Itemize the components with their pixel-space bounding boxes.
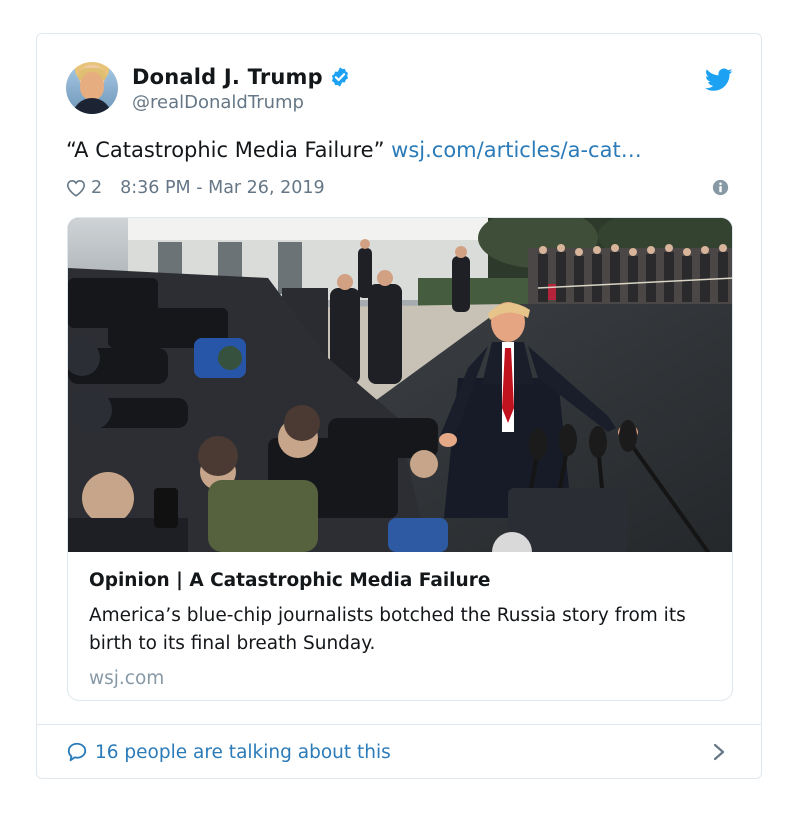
link-preview-card[interactable]: Opinion | A Catastrophic Media Failure A… <box>67 217 733 701</box>
tweet-text-body: “A Catastrophic Media Failure” <box>66 138 385 162</box>
author-handle[interactable]: @realDonaldTrump <box>132 92 304 113</box>
tweet-meta: 2 8:36 PM - Mar 26, 2019 <box>66 176 733 200</box>
link-preview-description: America’s blue-chip journalists botched … <box>89 605 686 654</box>
embedded-tweet-card: Donald J. Trump @realDonaldTrump “A Cata… <box>36 33 762 779</box>
chevron-right-icon[interactable] <box>713 743 725 761</box>
link-preview-title[interactable]: Opinion | A Catastrophic Media Failure <box>89 568 712 594</box>
tweet-timestamp[interactable]: 8:36 PM - Mar 26, 2019 <box>120 178 324 198</box>
link-preview-domain: wsj.com <box>89 668 165 689</box>
conversation-footer[interactable]: 16 people are talking about this <box>66 738 733 766</box>
link-preview-image[interactable] <box>68 218 732 552</box>
author-display-name[interactable]: Donald J. Trump <box>132 65 323 89</box>
conversation-link[interactable]: 16 people are talking about this <box>95 742 391 763</box>
author-avatar[interactable] <box>66 62 118 114</box>
press-scrum-photo <box>68 218 732 552</box>
twitter-bird-icon[interactable] <box>705 68 733 92</box>
like-count[interactable]: 2 <box>91 178 102 198</box>
link-preview-body[interactable]: Opinion | A Catastrophic Media Failure A… <box>89 568 712 689</box>
tweet-header: Donald J. Trump @realDonaldTrump <box>66 62 733 118</box>
verified-badge-icon <box>331 67 348 87</box>
tweet-link[interactable]: wsj.com/articles/a-cat… <box>391 138 642 162</box>
author-name-row[interactable]: Donald J. Trump <box>132 64 351 90</box>
tweet-text: “A Catastrophic Media Failure” wsj.com/a… <box>66 138 642 162</box>
speech-bubble-icon <box>67 742 87 762</box>
heart-icon[interactable] <box>66 179 86 197</box>
info-icon[interactable] <box>712 179 729 196</box>
footer-divider <box>37 724 761 725</box>
